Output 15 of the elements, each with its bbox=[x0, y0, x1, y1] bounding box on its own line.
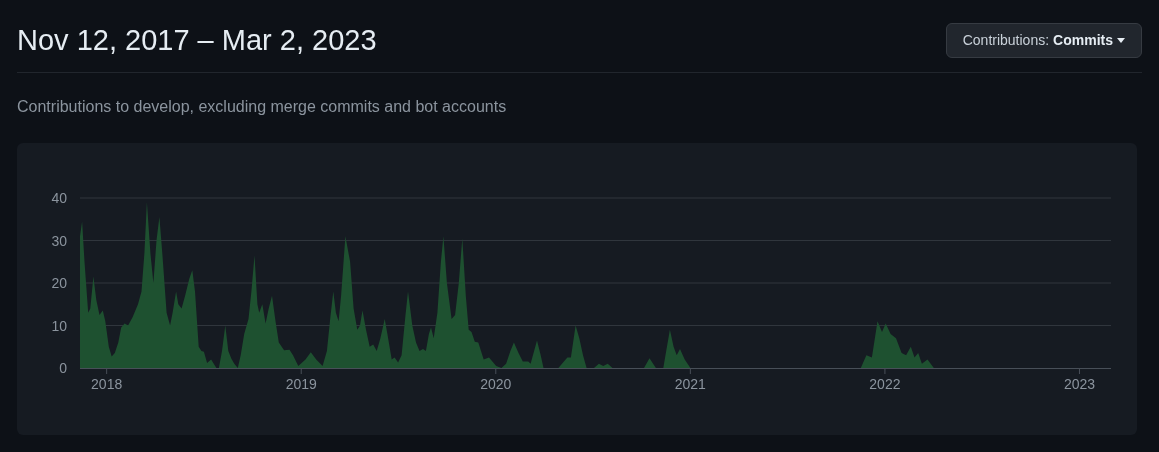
y-axis-label: 40 bbox=[51, 190, 67, 206]
x-axis-label: 2019 bbox=[285, 376, 317, 392]
date-range-title: Nov 12, 2017 – Mar 2, 2023 bbox=[17, 23, 377, 58]
caret-icon bbox=[1117, 37, 1125, 43]
chart-description: Contributions to develop, excluding merge commits and bot accounts bbox=[17, 97, 508, 117]
x-axis-label: 2022 bbox=[869, 376, 901, 392]
y-axis-label: 0 bbox=[59, 360, 67, 376]
y-axis-label: 20 bbox=[51, 275, 67, 291]
y-axis-label: 30 bbox=[51, 232, 67, 249]
x-axis-label: 2020 bbox=[480, 376, 512, 392]
x-axis-label: 2018 bbox=[91, 376, 123, 392]
x-axis-label: 2021 bbox=[674, 376, 706, 392]
y-axis-label: 10 bbox=[51, 317, 67, 334]
contributions-dropdown-button[interactable]: Contributions: Commits bbox=[945, 22, 1142, 58]
x-axis-label: 2023 bbox=[1063, 376, 1096, 392]
